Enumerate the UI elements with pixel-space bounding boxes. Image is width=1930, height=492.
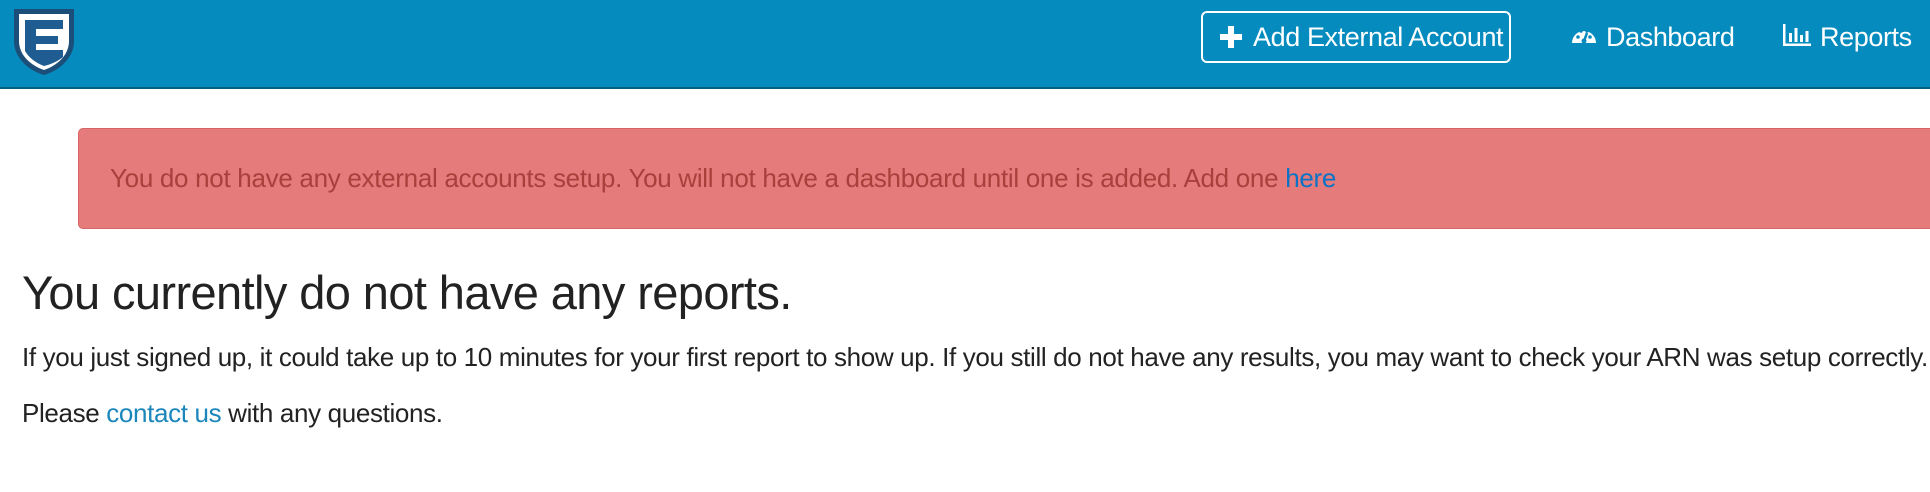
nav-dashboard-label: Dashboard — [1606, 21, 1735, 52]
contact-paragraph: Please contact us with any questions. — [22, 398, 443, 429]
no-accounts-alert: You do not have any external accounts se… — [78, 128, 1930, 229]
add-external-account-button[interactable]: Add External Account — [1201, 11, 1511, 63]
bar-chart-icon — [1782, 23, 1820, 52]
contact-us-link[interactable]: contact us — [106, 398, 221, 428]
page-title: You currently do not have any reports. — [22, 266, 792, 319]
add-account-here-link[interactable]: here — [1285, 163, 1336, 194]
top-navbar: Add External Account Dashboard Reports — [0, 0, 1930, 89]
signup-info-text: If you just signed up, it could take up … — [22, 342, 1928, 372]
add-external-account-label: Add External Account — [1253, 21, 1504, 52]
nav-dashboard-link[interactable]: Dashboard — [1570, 17, 1735, 57]
contact-text-after: with any questions. — [228, 398, 443, 428]
gauge-icon — [1570, 23, 1606, 52]
nav-reports-link[interactable]: Reports — [1782, 17, 1912, 57]
alert-message: You do not have any external accounts se… — [110, 163, 1279, 193]
plus-icon — [1219, 25, 1243, 49]
contact-text-before: Please — [22, 398, 100, 428]
brand-logo-icon[interactable] — [8, 5, 80, 77]
nav-reports-label: Reports — [1820, 21, 1912, 52]
